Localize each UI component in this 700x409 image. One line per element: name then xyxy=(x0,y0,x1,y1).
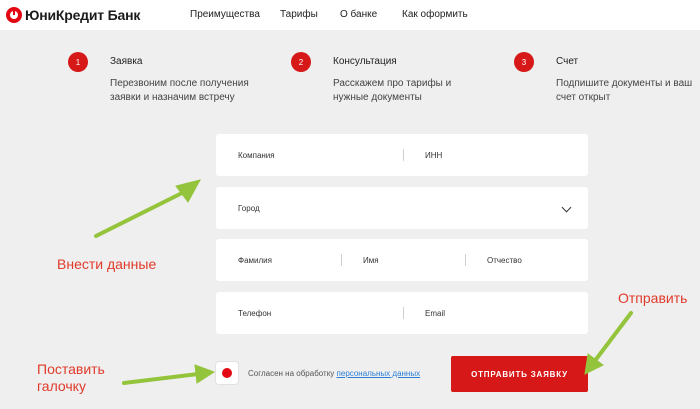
arrow-to-form-icon xyxy=(94,190,186,238)
arrow-head-form xyxy=(175,179,201,203)
arrow-to-submit-icon xyxy=(592,311,633,364)
annotation-check-box-line2: галочку xyxy=(37,378,86,394)
annotation-check-box-line1: Поставить xyxy=(37,361,105,377)
annotation-enter-data: Внести данные xyxy=(57,256,157,272)
annotation-send: Отправить xyxy=(618,290,688,306)
arrow-head-submit xyxy=(584,353,604,375)
annotation-arrows xyxy=(94,179,633,385)
arrow-head-checkbox xyxy=(194,364,216,384)
arrow-to-checkbox-icon xyxy=(122,372,200,385)
